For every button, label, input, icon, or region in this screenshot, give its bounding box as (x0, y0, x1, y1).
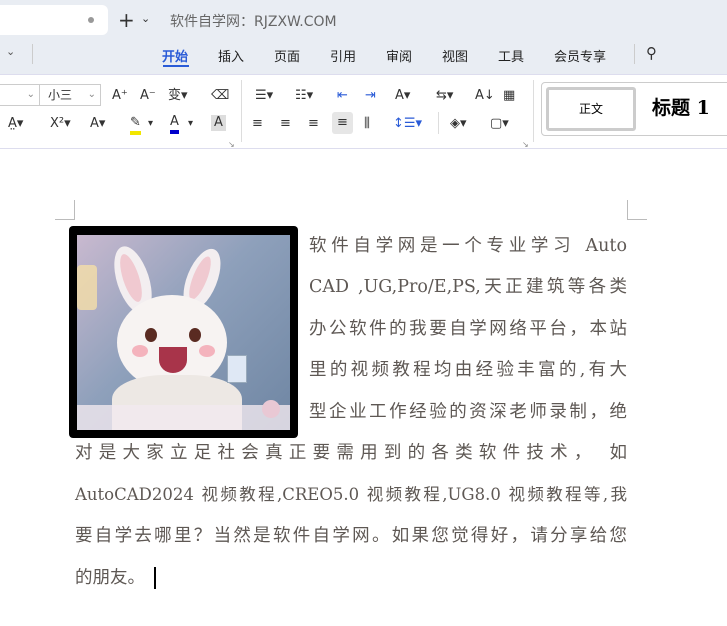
show-marks-icon[interactable]: ▦ (503, 88, 515, 104)
font-name-select[interactable]: ⌄ (0, 84, 40, 106)
tab-references[interactable]: 引用 (330, 46, 356, 65)
align-center-icon[interactable]: ≡ (280, 116, 291, 132)
swap-icon[interactable]: ⇆▾ (436, 88, 453, 104)
doc-line: 对是大家立足社会真正要需用到的各类软件技术， 如 (75, 443, 627, 463)
text-outline-icon[interactable]: A▾ (90, 116, 105, 132)
doc-line: 办公软件的我要自学网络平台，本站 (309, 319, 627, 339)
text-effect-icon[interactable]: A̤▾ (8, 116, 23, 132)
active-tab-indicator (163, 65, 189, 67)
tab-view[interactable]: 视图 (442, 46, 468, 65)
doc-line: 要自学去哪里？当然是软件自学网。如果您觉得好，请分享给您 (75, 526, 627, 546)
line-spacing-icon[interactable]: ↕☰▾ (393, 116, 422, 132)
paragraph-dialog-launcher-icon[interactable]: ↘ (522, 137, 529, 153)
tab-home[interactable]: 开始 (162, 46, 188, 65)
style-body-text[interactable]: 正文 (546, 87, 636, 131)
superscript-icon[interactable]: X²▾ (50, 116, 71, 132)
numbering-icon[interactable]: ☷▾ (295, 88, 313, 104)
unsaved-dot-icon (88, 17, 94, 23)
text-cursor (154, 567, 156, 589)
highlight-icon[interactable]: ✎ (130, 115, 141, 135)
clear-format-icon[interactable]: ⌫ (211, 88, 229, 104)
align-left-icon[interactable]: ≡ (252, 116, 263, 132)
char-shading-icon[interactable]: A (211, 115, 226, 131)
doc-line: CAD ,UG,Pro/E,PS,天正建筑等各类 (309, 277, 627, 297)
font-size-select[interactable]: 小三 ⌄ (39, 84, 101, 106)
text-direction-icon[interactable]: A▾ (395, 88, 410, 104)
phonetic-guide-icon[interactable]: 变▾ (168, 88, 188, 104)
doc-line: 软件自学网是一个专业学习 Auto (309, 236, 627, 256)
sort-icon[interactable]: A↓ (475, 88, 495, 104)
distributed-icon[interactable]: ⫼ (364, 116, 370, 132)
site-title: 软件自学网：RJZXW.COM (170, 14, 337, 30)
justify-icon[interactable]: ≡ (332, 112, 353, 134)
shrink-font-icon[interactable]: A⁻ (140, 88, 156, 104)
tab-insert[interactable]: 插入 (218, 46, 244, 65)
doc-line: 的朋友。 (75, 568, 145, 588)
page-corner-mark (627, 200, 647, 220)
rabbit-image[interactable] (69, 226, 298, 438)
font-dialog-launcher-icon[interactable]: ↘ (228, 137, 235, 153)
bullets-icon[interactable]: ☰▾ (255, 88, 273, 104)
tab-tools[interactable]: 工具 (498, 46, 524, 65)
style-heading-1[interactable]: 标题 1 (652, 93, 710, 120)
borders-icon[interactable]: ▢▾ (490, 116, 509, 132)
new-tab-button[interactable]: + (118, 8, 135, 32)
new-tab-dropdown-icon[interactable]: ⌄ (141, 12, 150, 25)
doc-line: 型企业工作经验的资深老师录制，绝 (309, 402, 627, 422)
doc-line: 里的视频教程均由经验丰富的,有大 (309, 360, 627, 380)
tab-member[interactable]: 会员专享 (554, 46, 606, 65)
doc-line: AutoCAD2024 视频教程,CREO5.0 视频教程,UG8.0 视频教程… (75, 485, 627, 504)
page-corner-mark (55, 200, 75, 220)
grow-font-icon[interactable]: A⁺ (112, 88, 128, 104)
font-color-icon[interactable]: A (170, 114, 179, 134)
shading-icon[interactable]: ◈▾ (450, 116, 467, 132)
menu-collapse-icon[interactable]: ⌄ (6, 45, 15, 58)
decrease-indent-icon[interactable]: ⇤ (337, 88, 348, 104)
font-size-value: 小三 (48, 88, 73, 102)
tab-page[interactable]: 页面 (274, 46, 300, 65)
tab-review[interactable]: 审阅 (386, 46, 412, 65)
align-right-icon[interactable]: ≡ (308, 116, 319, 132)
document-tab[interactable] (0, 5, 108, 35)
increase-indent-icon[interactable]: ⇥ (365, 88, 376, 104)
styles-gallery: 正文 标题 1 (541, 82, 727, 136)
search-icon[interactable]: ⚲ (646, 44, 657, 62)
